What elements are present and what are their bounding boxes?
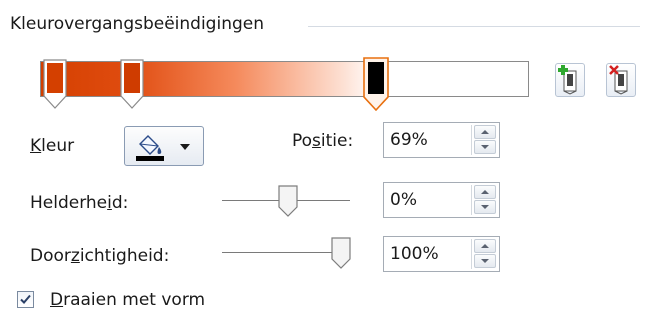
brightness-label: Helderheid: [30, 193, 129, 213]
transparency-input[interactable]: 100% [390, 243, 439, 265]
arrow-down-icon [481, 259, 489, 263]
arrow-up-icon [481, 130, 489, 134]
arrow-up-icon [481, 190, 489, 194]
rotate-with-shape-label[interactable]: Draaien met vorm [50, 289, 205, 311]
position-increment-button[interactable] [474, 125, 496, 139]
color-label: Kleur [30, 136, 75, 156]
transparency-spinner[interactable]: 100% [383, 236, 500, 272]
position-input[interactable]: 69% [390, 129, 428, 151]
gradient-stop-1[interactable] [43, 59, 67, 109]
brightness-slider-thumb[interactable] [278, 185, 298, 217]
transparency-increment-button[interactable] [474, 239, 496, 253]
transparency-decrement-button[interactable] [474, 254, 496, 268]
position-spinner[interactable]: 69% [383, 122, 500, 158]
remove-gradient-stop-button[interactable] [606, 63, 636, 97]
transparency-label: Doorzichtigheid: [30, 246, 170, 266]
gradient-preview-bar[interactable] [40, 61, 529, 97]
checkmark-icon [20, 294, 31, 304]
rotate-with-shape-checkbox[interactable] [17, 291, 34, 308]
brightness-spinner[interactable]: 0% [383, 182, 500, 218]
remove-gradient-stop-icon [609, 65, 628, 95]
gradient-stop-2[interactable] [120, 59, 144, 109]
arrow-up-icon [481, 244, 489, 248]
transparency-slider-thumb[interactable] [331, 237, 351, 269]
brightness-input[interactable]: 0% [390, 189, 417, 211]
color-picker-dropdown[interactable] [124, 126, 204, 166]
position-decrement-button[interactable] [474, 140, 496, 154]
section-title: Kleurovergangsbeëindigingen [10, 14, 264, 34]
brightness-increment-button[interactable] [474, 185, 496, 199]
paint-bucket-icon [136, 135, 164, 161]
section-divider [308, 26, 640, 27]
chevron-down-icon [180, 144, 190, 150]
gradient-stop-3-selected[interactable] [363, 57, 389, 111]
position-label: Positie: [292, 131, 354, 151]
add-gradient-stop-icon [558, 65, 577, 95]
add-gradient-stop-button[interactable] [555, 63, 585, 97]
arrow-down-icon [481, 205, 489, 209]
brightness-decrement-button[interactable] [474, 200, 496, 214]
arrow-down-icon [481, 145, 489, 149]
